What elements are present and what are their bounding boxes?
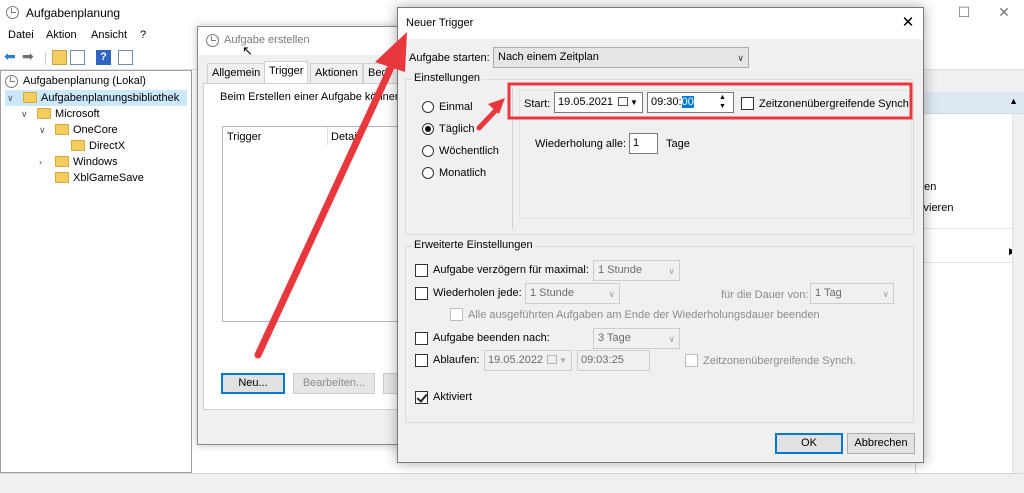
start-time-highlight-box xyxy=(507,82,913,120)
annotation-overlay xyxy=(254,32,913,359)
annotation-arrow-to-start xyxy=(476,106,500,131)
annotation-arrow-to-trigger xyxy=(254,59,397,359)
annotation-arrowhead xyxy=(375,32,407,72)
annotation-arrowhead-small xyxy=(488,98,505,114)
